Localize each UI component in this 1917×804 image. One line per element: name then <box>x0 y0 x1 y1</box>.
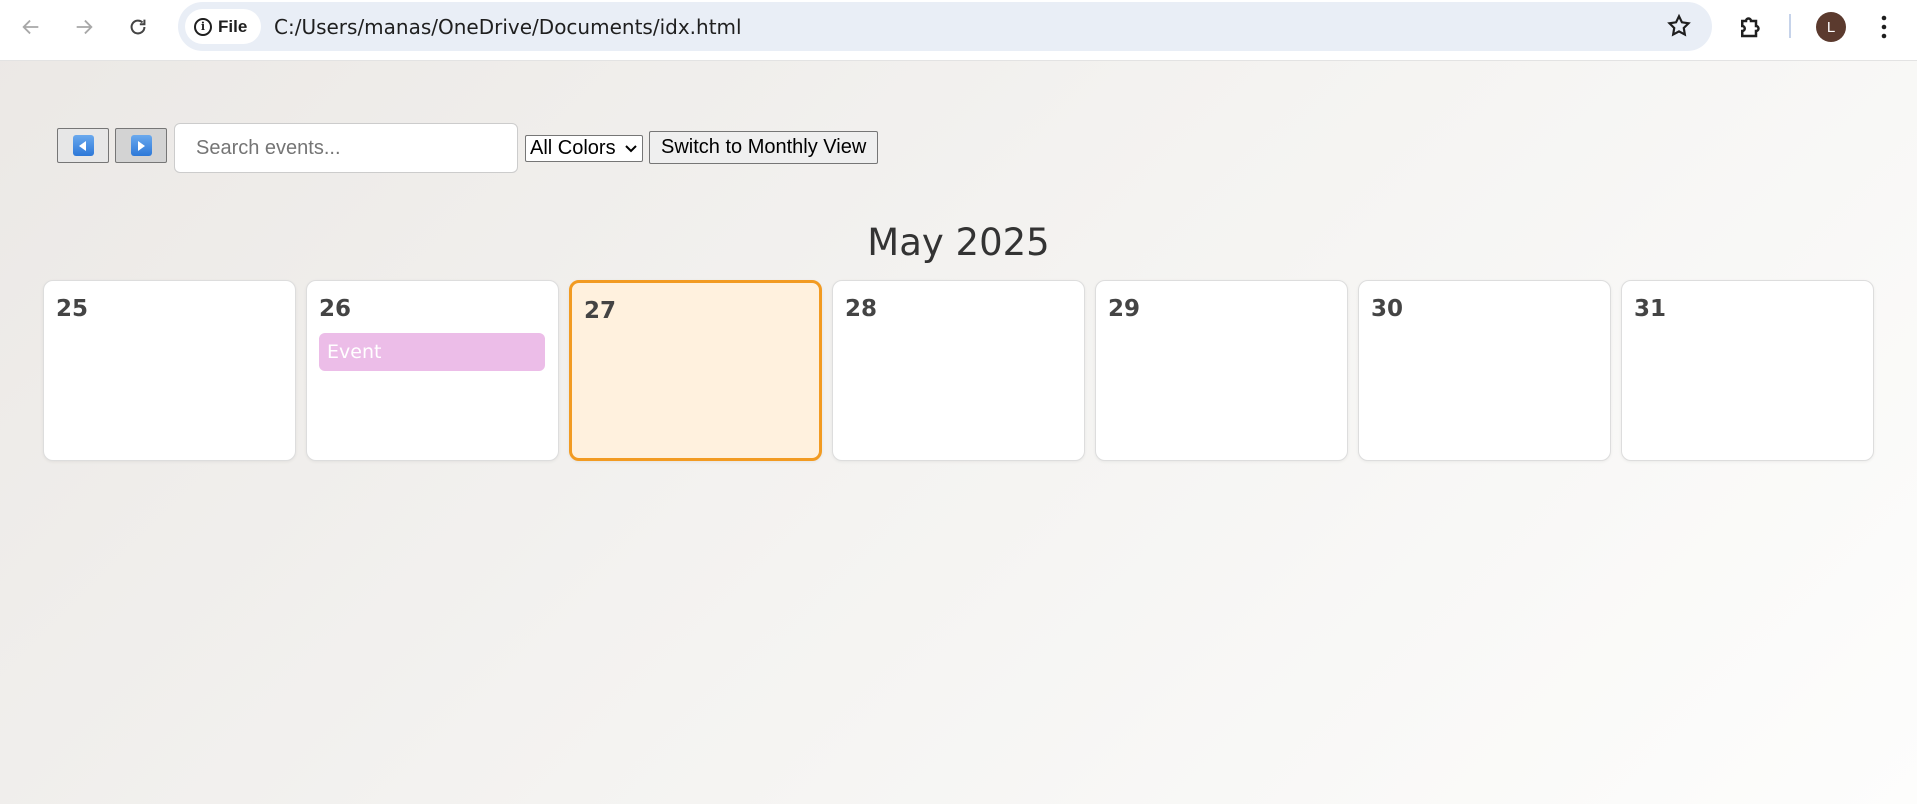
browser-toolbar: i File C:/Users/manas/OneDrive/Documents… <box>0 0 1917 61</box>
day-number: 30 <box>1371 296 1404 322</box>
site-chip-label: File <box>218 16 248 36</box>
event-chip[interactable]: Event <box>319 333 545 371</box>
color-filter-value: All Colors <box>530 137 616 159</box>
day-cell[interactable]: 25 <box>43 280 296 461</box>
day-cell[interactable]: 29 <box>1095 280 1348 461</box>
month-title: May 2025 <box>867 221 1050 264</box>
right-triangle-icon <box>130 135 152 156</box>
day-number: 27 <box>584 298 617 324</box>
day-number: 29 <box>1108 296 1141 322</box>
forward-arrow-icon[interactable] <box>66 9 102 45</box>
day-number: 31 <box>1634 296 1667 322</box>
color-filter-select[interactable]: All Colors <box>525 135 643 162</box>
search-input[interactable] <box>174 123 518 173</box>
info-icon: i <box>194 17 212 36</box>
day-cell[interactable]: 30 <box>1358 280 1611 461</box>
day-number: 25 <box>56 296 89 322</box>
site-info-chip[interactable]: i File <box>185 9 261 44</box>
left-triangle-icon <box>72 135 94 156</box>
reload-icon[interactable] <box>120 9 156 45</box>
previous-week-button[interactable] <box>57 128 109 163</box>
day-cell[interactable]: 31 <box>1621 280 1874 461</box>
back-arrow-icon[interactable] <box>13 9 49 45</box>
more-menu-icon[interactable] <box>1872 12 1896 42</box>
profile-avatar[interactable]: L <box>1816 12 1846 42</box>
switch-view-button[interactable]: Switch to Monthly View <box>649 131 879 164</box>
day-cell-today[interactable]: 27 <box>569 280 822 461</box>
bookmark-star-icon[interactable] <box>1666 13 1692 39</box>
toolbar-divider <box>1789 14 1791 38</box>
day-cell[interactable]: 28 <box>832 280 1085 461</box>
chevron-down-icon <box>625 145 637 153</box>
next-week-button[interactable] <box>115 128 167 163</box>
week-row: 25 26 Event 27 28 29 30 31 <box>43 280 1874 461</box>
day-number: 28 <box>845 296 878 322</box>
url-text[interactable]: C:/Users/manas/OneDrive/Documents/idx.ht… <box>274 15 742 39</box>
extensions-puzzle-icon[interactable] <box>1736 11 1766 41</box>
day-cell[interactable]: 26 Event <box>306 280 559 461</box>
address-bar[interactable]: i File C:/Users/manas/OneDrive/Documents… <box>178 2 1712 51</box>
day-number: 26 <box>319 296 352 322</box>
